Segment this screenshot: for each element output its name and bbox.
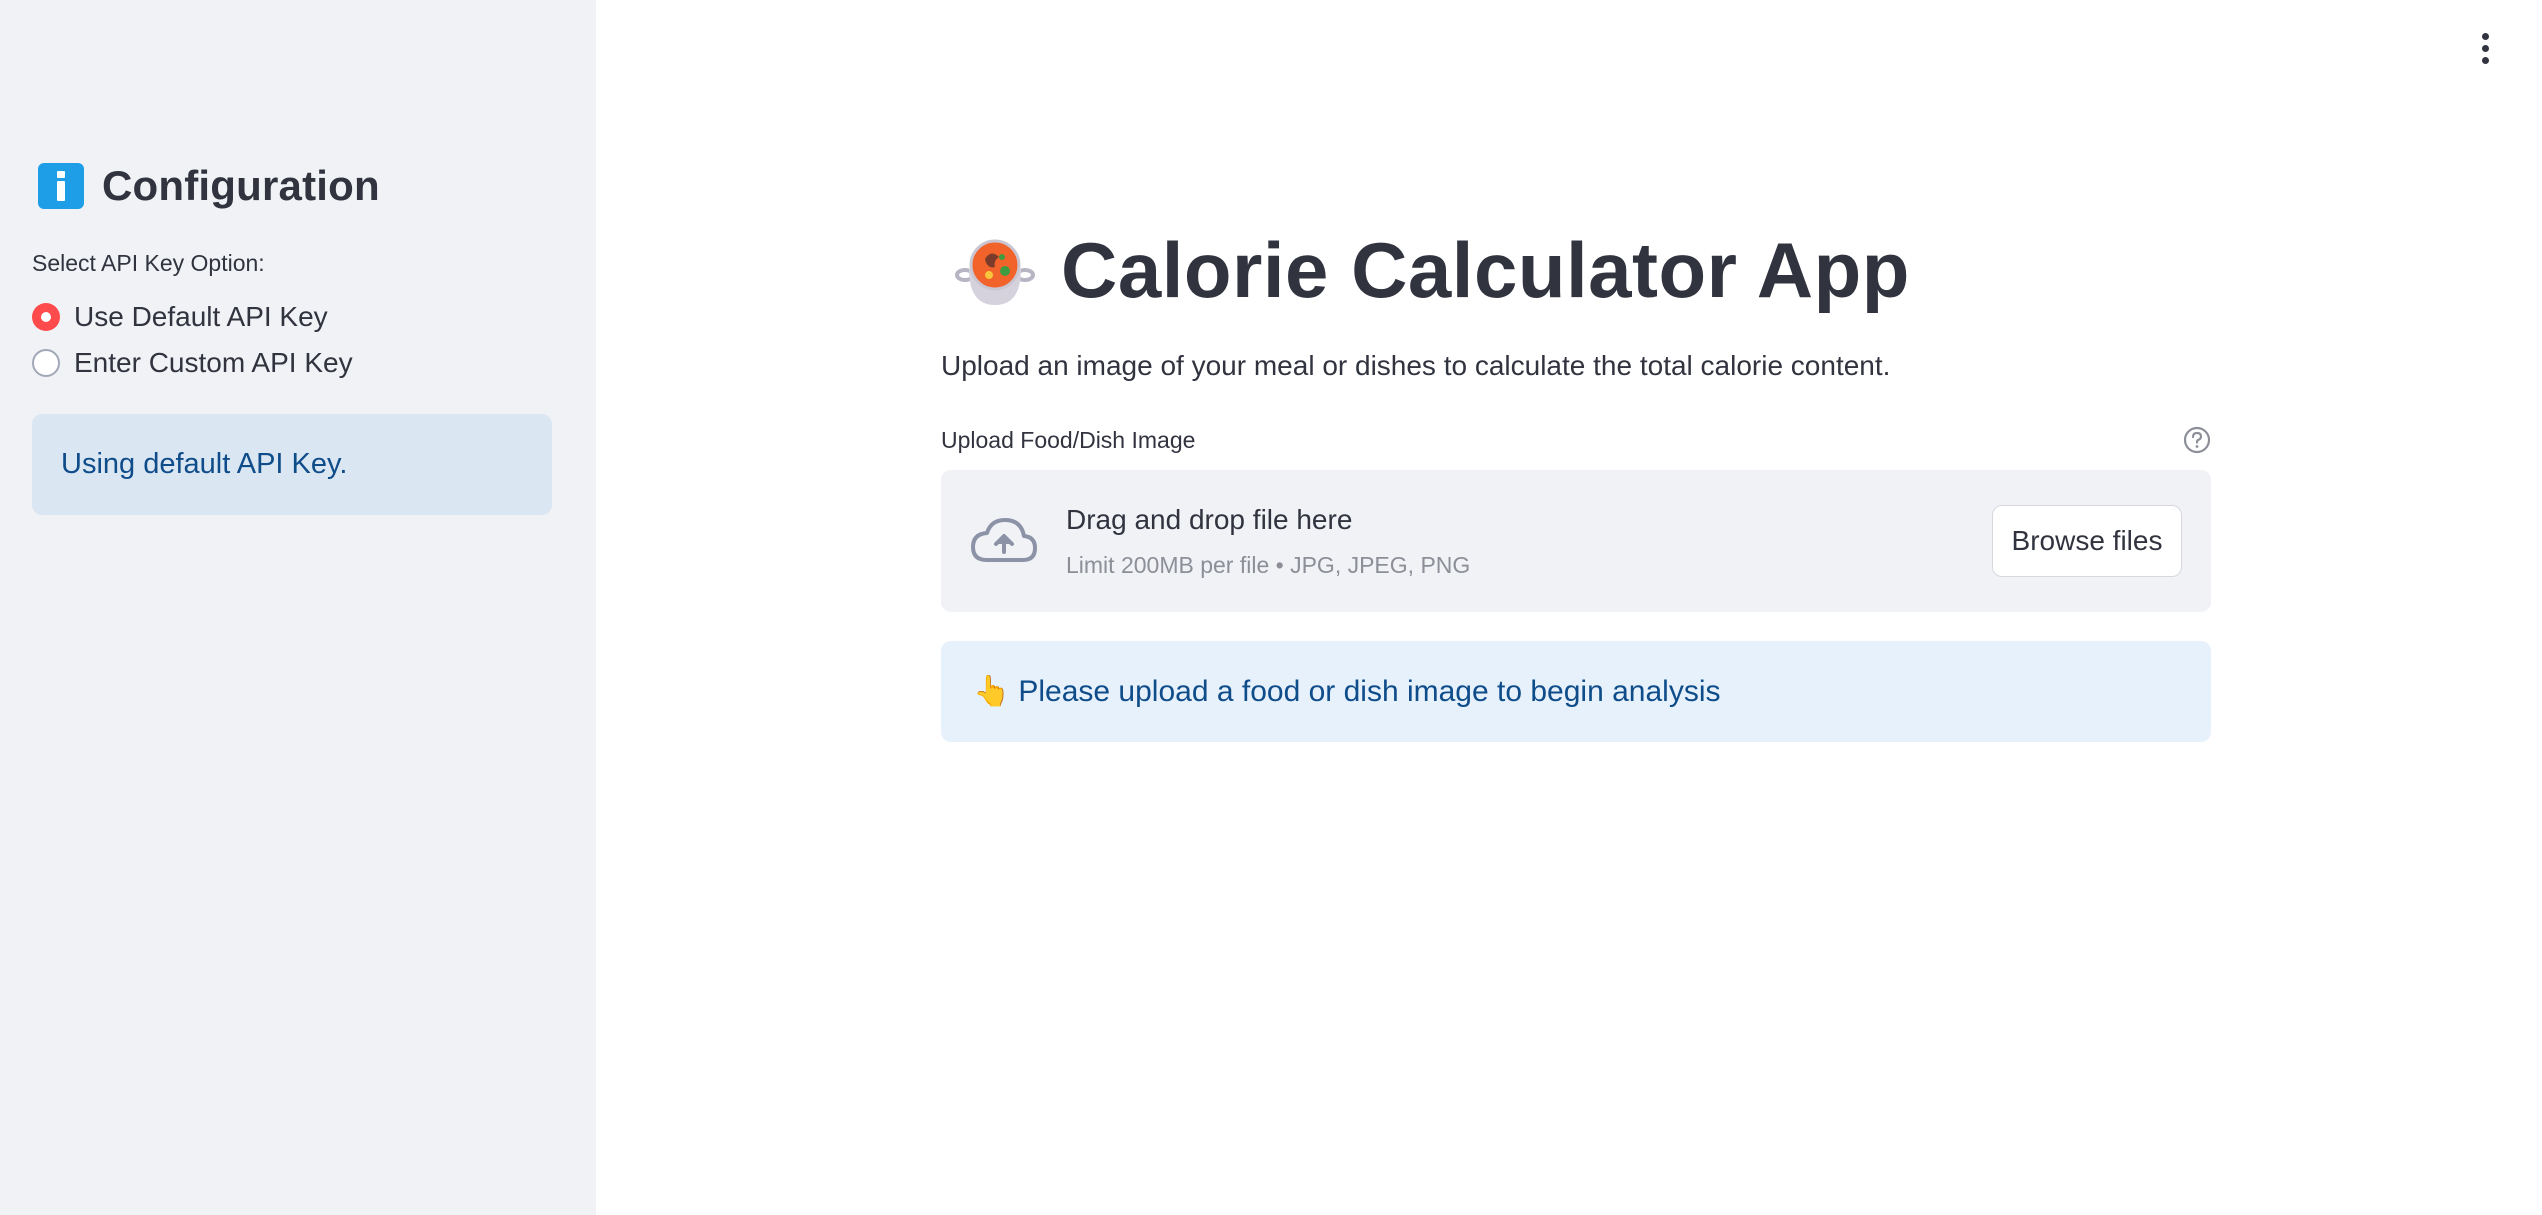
info-icon [38, 163, 84, 209]
app-root: Configuration Select API Key Option: Use… [0, 0, 2542, 1215]
radio-unchecked-icon[interactable] [32, 349, 60, 377]
radio-label: Use Default API Key [74, 301, 328, 332]
page-title-row: Calorie Calculator App [955, 225, 1910, 316]
sidebar: Configuration Select API Key Option: Use… [0, 0, 596, 1215]
dropzone-instruction: Drag and drop file here [1066, 504, 1353, 535]
upload-prompt-text: Please upload a food or dish image to be… [1018, 674, 1721, 708]
api-key-option-label: Select API Key Option: [32, 250, 265, 276]
radio-enter-custom-api-key[interactable]: Enter Custom API Key [32, 347, 353, 379]
page-title: Calorie Calculator App [1061, 226, 1910, 314]
stew-pot-icon [955, 239, 1035, 305]
upload-prompt-message: 👆 Please upload a food or dish image to … [941, 641, 2211, 742]
help-icon[interactable] [2182, 425, 2212, 455]
cloud-upload-icon [971, 518, 1037, 562]
radio-checked-icon[interactable] [32, 303, 60, 331]
sidebar-heading: Configuration [38, 162, 380, 210]
file-dropzone[interactable]: Drag and drop file here Limit 200MB per … [941, 470, 2211, 612]
sidebar-title: Configuration [102, 162, 380, 209]
pointing-hand-icon: 👆 [973, 674, 1011, 708]
uploader-label: Upload Food/Dish Image [941, 427, 1196, 453]
kebab-menu-icon[interactable] [2470, 30, 2500, 66]
radio-label: Enter Custom API Key [74, 347, 353, 378]
sidebar-info-message: Using default API Key. [32, 414, 552, 515]
radio-use-default-api-key[interactable]: Use Default API Key [32, 301, 328, 333]
page-subtitle: Upload an image of your meal or dishes t… [941, 350, 1891, 381]
browse-files-button[interactable]: Browse files [1992, 505, 2182, 577]
dropzone-limit-text: Limit 200MB per file • JPG, JPEG, PNG [1066, 552, 1471, 578]
